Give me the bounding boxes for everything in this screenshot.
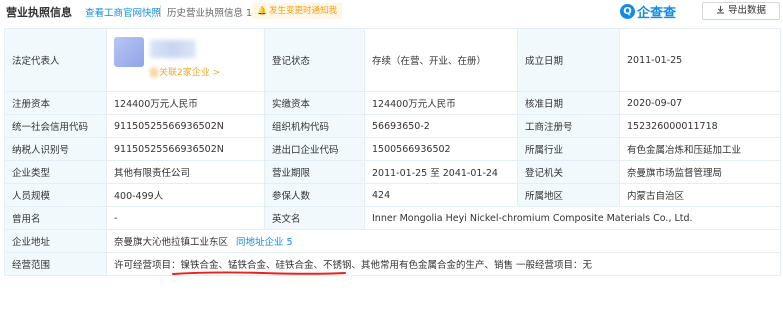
- label-approval-date: 核准日期: [517, 91, 620, 115]
- value-reg-number: 152326000011718: [619, 114, 781, 138]
- value-insured-count: 424: [364, 183, 518, 207]
- change-alert-button[interactable]: 🔔 发生变更时通知我: [252, 3, 342, 19]
- label-reg-authority: 登记机关: [517, 160, 620, 184]
- bell-icon: 🔔: [257, 6, 267, 15]
- download-icon: [716, 3, 725, 19]
- related-companies-label: 关联2家企业 >: [159, 68, 221, 78]
- label-insured-count: 参保人数: [264, 183, 365, 207]
- label-industry: 所属行业: [517, 137, 620, 161]
- label-former-name: 曾用名: [4, 206, 107, 230]
- value-company-type: 其他有限责任公司: [106, 160, 265, 184]
- value-approval-date: 2020-09-07: [619, 91, 781, 115]
- table-row: 注册资本 124400万元人民币 实缴资本 124400万元人民币 核准日期 2…: [4, 91, 781, 115]
- value-english-name: Inner Mongolia Heyi Nickel-chromium Comp…: [364, 206, 781, 230]
- label-reg-number: 工商注册号: [517, 114, 620, 138]
- label-staff-size: 人员规模: [4, 183, 107, 207]
- value-import-export-code: 1500566936502: [364, 137, 518, 161]
- brand-logo: Q 企查查: [620, 2, 677, 21]
- red-underline-annotation: [172, 271, 346, 275]
- table-row: 统一社会信用代码 91150525566936502N 组织机构代码 56693…: [4, 114, 781, 138]
- brand-logo-text: 企查查: [637, 6, 677, 21]
- label-region: 所属地区: [517, 183, 620, 207]
- table-row: 人员规模 400-499人 参保人数 424 所属地区 内蒙古自治区: [4, 183, 781, 207]
- value-paid-capital: 124400万元人民币: [364, 91, 518, 115]
- history-license-label: 历史营业执照信息: [167, 8, 244, 19]
- label-founded-date: 成立日期: [517, 28, 620, 92]
- history-license-link[interactable]: 历史营业执照信息 1: [167, 5, 252, 19]
- label-reg-capital: 注册资本: [4, 91, 107, 115]
- value-reg-authority: 奈曼旗市场监督管理局: [619, 160, 781, 184]
- table-row: 经营范围 许可经营项目：镍铁合金、锰铁合金、硅铁合金、不锈钢、其他常用有色金属合…: [4, 252, 781, 276]
- qcc-logo-icon: Q: [620, 4, 635, 19]
- legal-rep-cell: 关联2家企业 >: [106, 28, 265, 92]
- label-address: 企业地址: [4, 229, 107, 253]
- table-row: 曾用名 - 英文名 Inner Mongolia Heyi Nickel-chr…: [4, 206, 781, 230]
- same-address-link[interactable]: 同地址企业 5: [236, 237, 293, 248]
- table-row: 法定代表人 关联2家企业 > 登记状态 存续（在营、开业、在册） 成立日期 20…: [4, 28, 781, 92]
- value-taxpayer-id: 91150525566936502N: [106, 137, 265, 161]
- table-row: 企业类型 其他有限责任公司 营业期限 2011-01-25 至 2041-01-…: [4, 160, 781, 184]
- header-divider: [160, 5, 161, 16]
- blurred-text: [150, 68, 158, 77]
- label-legal-rep: 法定代表人: [4, 28, 107, 92]
- label-taxpayer-id: 纳税人识别号: [4, 137, 107, 161]
- business-license-table: 法定代表人 关联2家企业 > 登记状态 存续（在营、开业、在册） 成立日期 20…: [4, 28, 781, 276]
- value-reg-capital: 124400万元人民币: [106, 91, 265, 115]
- value-address: 奈曼旗大沁他拉镇工业东区: [114, 237, 229, 248]
- business-scope: 许可经营项目：镍铁合金、锰铁合金、硅铁合金、不锈钢、其他常用有色金属合金的生产、…: [114, 257, 592, 275]
- gov-snapshot-link[interactable]: 查看工商官网快照: [85, 5, 161, 19]
- label-english-name: 英文名: [264, 206, 365, 230]
- address-cell: 奈曼旗大沁他拉镇工业东区 同地址企业 5: [106, 229, 781, 253]
- value-org-code: 56693650-2: [364, 114, 518, 138]
- legal-rep-name[interactable]: [150, 40, 196, 58]
- change-alert-label: 发生变更时通知我: [268, 6, 337, 16]
- label-company-type: 企业类型: [4, 160, 107, 184]
- related-companies-link[interactable]: 关联2家企业 >: [150, 65, 220, 78]
- value-staff-size: 400-499人: [106, 183, 265, 207]
- export-button[interactable]: 导出数据: [702, 2, 780, 20]
- label-business-term: 营业期限: [264, 160, 365, 184]
- label-credit-code: 统一社会信用代码: [4, 114, 107, 138]
- value-former-name: -: [106, 206, 265, 230]
- label-paid-capital: 实缴资本: [264, 91, 365, 115]
- section-header: 营业执照信息 查看工商官网快照 历史营业执照信息 1 🔔 发生变更时通知我 Q 企查查…: [0, 0, 783, 22]
- label-business-scope: 经营范围: [4, 252, 107, 276]
- label-reg-status: 登记状态: [264, 28, 365, 92]
- section-title: 营业执照信息: [6, 6, 72, 19]
- value-business-term: 2011-01-25 至 2041-01-24: [364, 160, 518, 184]
- value-founded-date: 2011-01-25: [619, 28, 781, 92]
- table-row: 企业地址 奈曼旗大沁他拉镇工业东区 同地址企业 5: [4, 229, 781, 253]
- value-industry: 有色金属冶炼和压延加工业: [619, 137, 781, 161]
- value-region: 内蒙古自治区: [619, 183, 781, 207]
- value-credit-code: 91150525566936502N: [106, 114, 265, 138]
- export-label: 导出数据: [727, 5, 766, 16]
- value-reg-status: 存续（在营、开业、在册）: [364, 28, 518, 92]
- table-row: 纳税人识别号 91150525566936502N 进出口企业代码 150056…: [4, 137, 781, 161]
- avatar[interactable]: [114, 37, 144, 67]
- label-org-code: 组织机构代码: [264, 114, 365, 138]
- label-import-export-code: 进出口企业代码: [264, 137, 365, 161]
- business-scope-cell: 许可经营项目：镍铁合金、锰铁合金、硅铁合金、不锈钢、其他常用有色金属合金的生产、…: [106, 252, 781, 276]
